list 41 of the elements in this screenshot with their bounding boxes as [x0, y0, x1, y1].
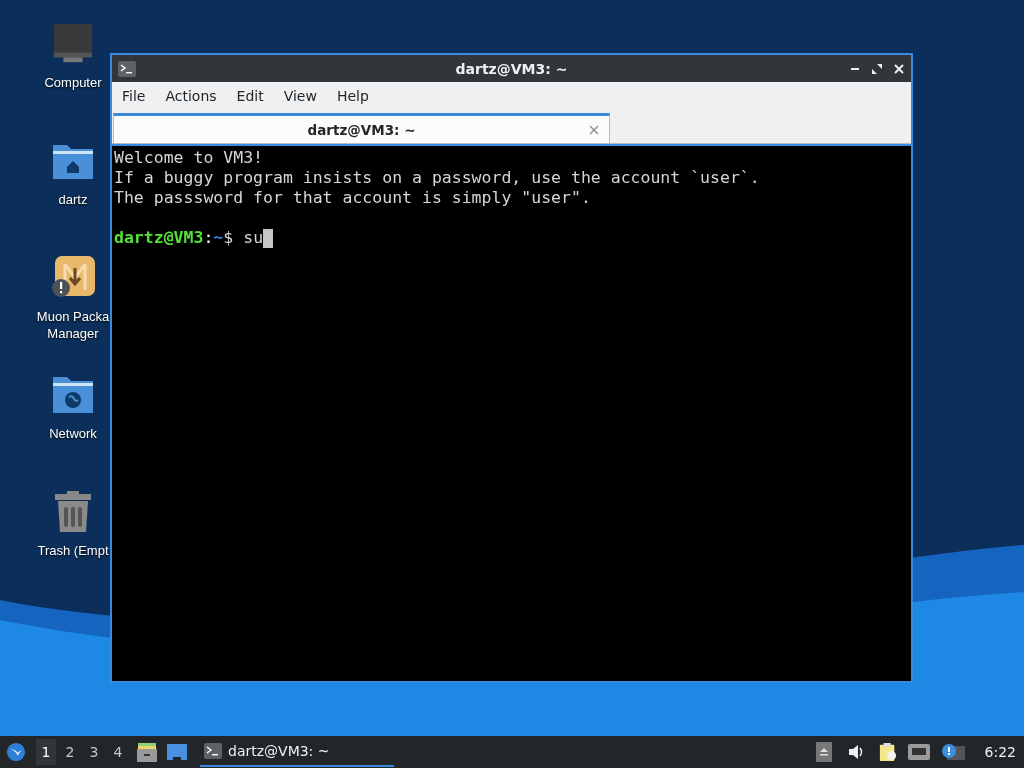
text-cursor: [263, 228, 274, 248]
show-desktop-icon[interactable]: [166, 741, 188, 763]
menu-item[interactable]: View: [283, 88, 317, 104]
desktop-icon-label[interactable]: Network: [49, 425, 97, 442]
eject-icon[interactable]: [814, 742, 833, 762]
file-cabinet-icon[interactable]: [136, 741, 158, 763]
workspace-button[interactable]: 3: [84, 739, 104, 765]
terminal-area[interactable]: Welcome to VM3! If a buggy program insists on a password, use the account `user`. The passsword for that account is simply "user". dartz@VM3:~$ su: [112, 144, 911, 681]
clock[interactable]: 6:22: [984, 744, 1016, 760]
restore-icon[interactable]: [871, 62, 883, 75]
prompt-symbol: $: [223, 228, 234, 248]
menu-item[interactable]: Edit: [236, 88, 264, 104]
terminal-line: The passsword for that account is simply "user".: [114, 188, 592, 208]
task-button[interactable]: dartz@VM3: ~: [200, 737, 394, 767]
desktop-icon-label[interactable]: Muon Packa Manager: [36, 308, 110, 342]
desktop-icon-label[interactable]: Trash (Empt: [37, 542, 109, 559]
close-icon[interactable]: [893, 62, 905, 75]
typed-command: su: [243, 228, 264, 248]
start-menu-icon[interactable]: [6, 742, 26, 762]
menu-item[interactable]: File: [122, 88, 146, 104]
menu-item[interactable]: Help: [336, 88, 369, 104]
prompt-separator: :: [203, 228, 214, 248]
terminal-icon: [118, 60, 136, 77]
terminal-tab[interactable]: dartz@VM3: ~: [113, 113, 610, 143]
menu-item[interactable]: Actions: [165, 88, 217, 104]
workspace-button[interactable]: 2: [60, 739, 80, 765]
prompt-path: ~: [213, 228, 224, 248]
notification-icon[interactable]: [940, 743, 965, 761]
close-tab-icon[interactable]: [589, 125, 599, 135]
terminal-icon: [204, 743, 222, 759]
terminal-line: Welcome to VM3!: [114, 148, 264, 168]
package-manager-icon[interactable]: [51, 256, 95, 300]
workspace-button[interactable]: 4: [108, 739, 128, 765]
workspace-button[interactable]: 1: [36, 739, 56, 765]
window-title: dartz@VM3: ~: [455, 60, 568, 77]
desktop-icon-label[interactable]: dartz: [58, 191, 88, 208]
clipboard-icon[interactable]: [878, 742, 897, 762]
volume-icon[interactable]: [846, 742, 865, 762]
desktop-icon-label[interactable]: Computer: [44, 74, 102, 91]
prompt-user-host: dartz@VM3: [114, 228, 204, 248]
terminal-line: If a buggy program insists on a password, use the account `user`.: [114, 168, 761, 188]
